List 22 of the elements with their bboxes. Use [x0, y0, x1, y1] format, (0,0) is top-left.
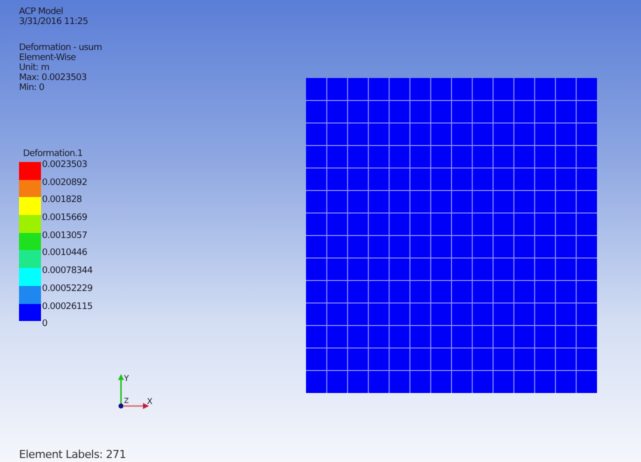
- legend-value: 0.0023503: [42, 160, 88, 172]
- result-info-text: Deformation - usum: [19, 43, 103, 53]
- legend-value: 0.0010446: [42, 248, 88, 260]
- legend-value: 0.00026115: [42, 302, 92, 314]
- status-text: Element Labels: 271: [19, 447, 126, 462]
- legend-value: 0.0020892: [42, 178, 88, 190]
- result-info-text: Min: 0: [19, 83, 46, 93]
- info-text: 3/31/2016 11:25: [19, 17, 89, 27]
- axis-label: X: [147, 397, 152, 406]
- result-info-text: Element-Wise: [19, 53, 77, 63]
- info-text: ACP Model: [19, 7, 64, 17]
- result-info-text: Max: 0.0023503: [19, 73, 88, 83]
- result-info-text: Unit: m: [19, 63, 50, 73]
- legend-title: Deformation.1: [23, 149, 84, 159]
- legend-value: 0: [42, 319, 48, 332]
- legend-value: 0.001828: [42, 195, 83, 208]
- axis-label: Y: [124, 374, 128, 383]
- legend-value: 0.0013057: [42, 230, 88, 243]
- legend-value: 0.00052229: [42, 284, 92, 296]
- legend-value: 0.0015669: [42, 213, 88, 226]
- legend-value: 0.00078344: [42, 266, 92, 278]
- axis-triad-drawing: [118, 374, 149, 409]
